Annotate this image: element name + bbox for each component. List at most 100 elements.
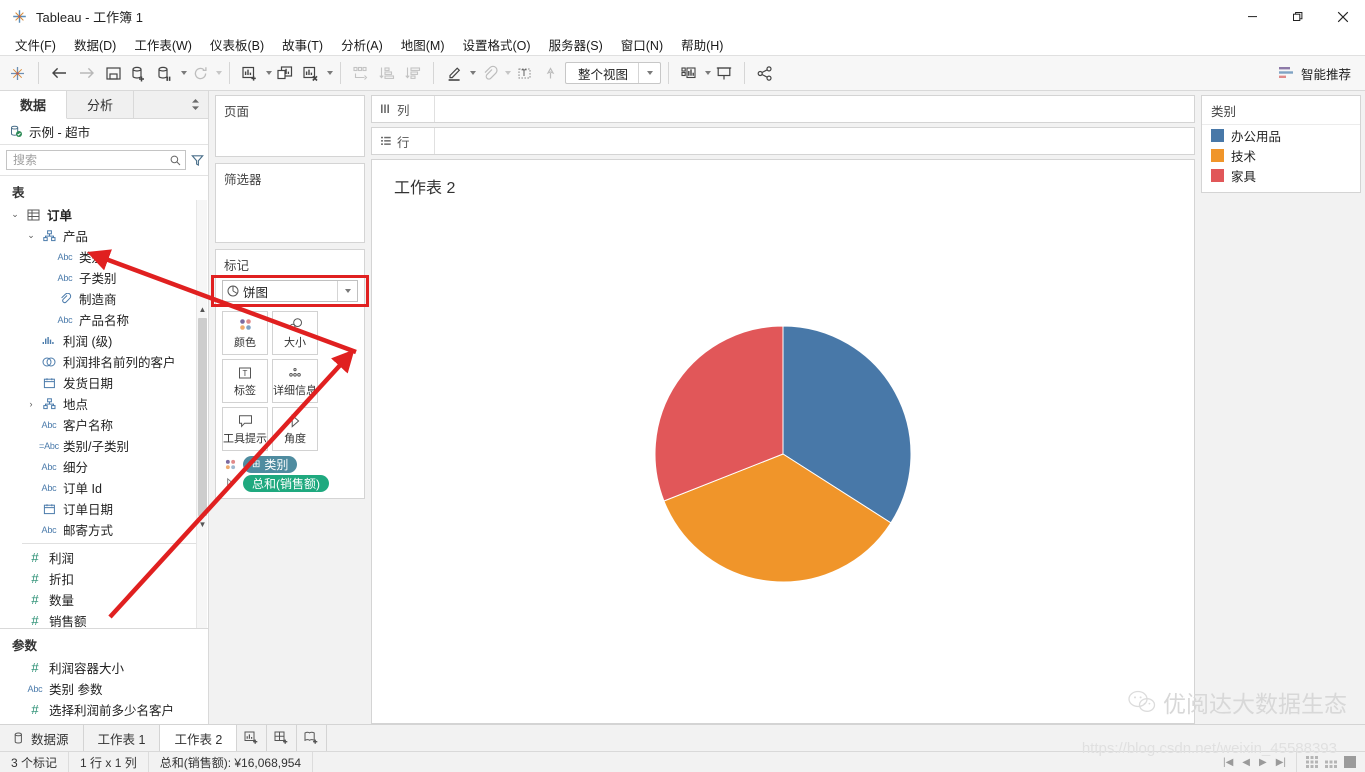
mark-type-dropdown-icon[interactable] xyxy=(337,281,357,301)
data-field-row[interactable]: Abc 细分 xyxy=(0,456,208,477)
menu-map[interactable]: 地图(M) xyxy=(392,33,454,56)
sheet-tab-1[interactable]: 工作表 1 xyxy=(84,725,161,751)
datasource-tab[interactable]: 数据源 xyxy=(0,725,84,751)
legend-item[interactable]: 技术 xyxy=(1202,145,1360,165)
show-me-button[interactable]: 智能推荐 xyxy=(1268,64,1361,83)
data-field-row[interactable]: Abc 客户名称 xyxy=(0,414,208,435)
new-story-button[interactable] xyxy=(297,725,328,751)
minimize-button[interactable] xyxy=(1230,0,1275,33)
highlight-icon[interactable] xyxy=(441,58,467,88)
data-field-row[interactable]: ⌄ 订单 xyxy=(0,204,208,225)
scroll-down-icon[interactable]: ▼ xyxy=(198,518,207,530)
tab-analytics[interactable]: 分析 xyxy=(67,91,135,118)
last-page-icon[interactable]: ▶| xyxy=(1276,757,1286,768)
marks-angle-button[interactable]: 角度 xyxy=(272,407,318,451)
data-field-row[interactable]: › 地点 xyxy=(0,393,208,414)
data-field-row[interactable]: =Abc 类别/子类别 xyxy=(0,435,208,456)
marks-tooltip-button[interactable]: 工具提示 xyxy=(222,407,268,451)
data-field-row[interactable]: ⌄ 产品 xyxy=(0,225,208,246)
grid-view-icon[interactable] xyxy=(1306,756,1318,768)
data-pane-resize-handle[interactable] xyxy=(134,91,208,118)
filters-card[interactable]: 筛选器 xyxy=(215,163,365,243)
twisty-icon[interactable]: ⌄ xyxy=(8,209,22,220)
scroll-up-icon[interactable]: ▲ xyxy=(198,303,207,315)
first-page-icon[interactable]: |◀ xyxy=(1223,757,1233,768)
rows-shelf[interactable]: 行 xyxy=(371,127,1195,155)
data-measure-row[interactable]: # 折扣 xyxy=(0,568,208,589)
refresh-dropdown-icon[interactable] xyxy=(216,71,222,75)
small-grid-icon[interactable] xyxy=(1325,756,1337,768)
data-measure-row[interactable]: # 销售额 xyxy=(0,610,208,628)
sort-ascending-icon[interactable] xyxy=(374,58,400,88)
menu-help[interactable]: 帮助(H) xyxy=(672,33,732,56)
menu-worksheet[interactable]: 工作表(W) xyxy=(125,33,201,56)
sort-descending-icon[interactable] xyxy=(400,58,426,88)
scroll-thumb[interactable] xyxy=(198,318,207,516)
new-data-source-icon[interactable] xyxy=(126,58,152,88)
view-canvas[interactable]: 工作表 2 xyxy=(371,159,1195,724)
data-field-row[interactable]: 利润排名前列的客户 xyxy=(0,351,208,372)
menu-file[interactable]: 文件(F) xyxy=(6,33,65,56)
marks-label-button[interactable]: T 标签 xyxy=(222,359,268,403)
pill-category[interactable]: ⊞ 类别 xyxy=(243,456,298,473)
pie-chart[interactable] xyxy=(372,184,1194,723)
fix-axes-icon[interactable] xyxy=(537,58,563,88)
save-icon[interactable] xyxy=(100,58,126,88)
columns-shelf[interactable]: 列 xyxy=(371,95,1195,123)
datasource-row[interactable]: 示例 - 超市 xyxy=(0,119,208,145)
mark-type-selector[interactable]: 饼图 xyxy=(222,280,358,302)
menu-dashboard[interactable]: 仪表板(B) xyxy=(201,33,273,56)
twisty-icon[interactable]: ⌄ xyxy=(24,230,38,241)
tab-data[interactable]: 数据 xyxy=(0,91,68,119)
group-members-icon[interactable] xyxy=(476,58,502,88)
marks-color-button[interactable]: 颜色 xyxy=(222,311,268,355)
data-field-row[interactable]: Abc 订单 Id xyxy=(0,477,208,498)
new-worksheet-icon[interactable] xyxy=(237,58,263,88)
next-page-icon[interactable]: ▶ xyxy=(1259,757,1267,768)
data-field-row[interactable]: 订单日期 xyxy=(0,498,208,519)
show-hide-cards-icon[interactable] xyxy=(676,58,702,88)
refresh-data-source-icon[interactable] xyxy=(187,58,213,88)
menu-server[interactable]: 服务器(S) xyxy=(540,33,612,56)
single-view-icon[interactable] xyxy=(1344,756,1356,768)
search-input[interactable] xyxy=(11,152,170,168)
new-dashboard-button[interactable] xyxy=(267,725,298,751)
clear-sheet-icon[interactable] xyxy=(298,58,324,88)
data-field-row[interactable]: 利润 (级) xyxy=(0,330,208,351)
menu-window[interactable]: 窗口(N) xyxy=(612,33,672,56)
data-field-row[interactable]: Abc 邮寄方式 xyxy=(0,519,208,540)
menu-analysis[interactable]: 分析(A) xyxy=(332,33,392,56)
parameter-row[interactable]: Abc 类别 参数 xyxy=(0,678,208,699)
parameter-row[interactable]: # 选择利润前多少名客户 xyxy=(0,699,208,720)
fit-dropdown-icon[interactable] xyxy=(638,63,660,83)
redo-icon[interactable] xyxy=(73,58,100,88)
undo-icon[interactable] xyxy=(46,58,73,88)
parameter-row[interactable]: # 利润容器大小 xyxy=(0,657,208,678)
close-button[interactable] xyxy=(1320,0,1365,33)
legend-item[interactable]: 家具 xyxy=(1202,165,1360,185)
fit-selector[interactable]: 整个视图 xyxy=(565,62,662,84)
marks-detail-button[interactable]: 详细信息 xyxy=(272,359,318,403)
data-measure-row[interactable]: # 利润 xyxy=(0,547,208,568)
menu-story[interactable]: 故事(T) xyxy=(273,33,332,56)
data-field-row[interactable]: 发货日期 xyxy=(0,372,208,393)
data-measure-row[interactable]: # 数量 xyxy=(0,589,208,610)
pie-chart-svg[interactable] xyxy=(652,323,914,585)
data-field-row[interactable]: Abc 子类别 xyxy=(0,267,208,288)
share-icon[interactable] xyxy=(752,58,778,88)
maximize-button[interactable] xyxy=(1275,0,1320,33)
presentation-mode-icon[interactable] xyxy=(711,58,737,88)
filter-button[interactable] xyxy=(191,151,204,170)
marks-size-button[interactable]: 大小 xyxy=(272,311,318,355)
data-field-row[interactable]: 制造商 xyxy=(0,288,208,309)
twisty-icon[interactable]: › xyxy=(24,399,38,409)
prev-page-icon[interactable]: ◀ xyxy=(1242,757,1250,768)
show-mark-labels-icon[interactable]: T xyxy=(511,58,537,88)
menu-data[interactable]: 数据(D) xyxy=(65,33,125,56)
swap-rows-columns-icon[interactable] xyxy=(348,58,374,88)
pause-refresh-icon[interactable] xyxy=(152,58,178,88)
pill-sum-sales[interactable]: 总和(销售额) xyxy=(243,475,329,492)
data-pane-scrollbar[interactable]: ▲ ▼ xyxy=(196,200,207,628)
search-input-wrap[interactable] xyxy=(6,150,186,170)
duplicate-sheet-icon[interactable] xyxy=(272,58,298,88)
